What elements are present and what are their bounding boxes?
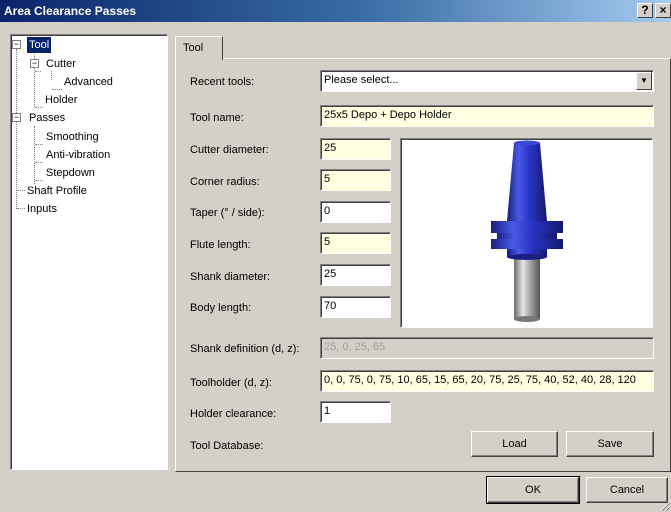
tree-item-passes[interactable]: − Passes	[11, 110, 161, 126]
taper-label: Taper (° / side):	[190, 207, 265, 219]
tool-database-label: Tool Database:	[190, 440, 264, 452]
load-button[interactable]: Load	[471, 431, 558, 457]
cancel-button[interactable]: Cancel	[586, 477, 668, 503]
recent-tools-dropdown[interactable]: Please select... ▼	[320, 70, 654, 92]
shank-diameter-input[interactable]: 25	[320, 264, 391, 286]
window-title: Area Clearance Passes	[4, 4, 137, 18]
collapse-icon[interactable]: −	[30, 59, 39, 68]
tree-item-cutter[interactable]: − Cutter	[11, 56, 161, 72]
tree-item-anti-vibration[interactable]: Anti-vibration	[11, 147, 161, 163]
dialog-window: Area Clearance Passes ? × − Tool − Cutte…	[0, 0, 671, 512]
title-bar[interactable]: Area Clearance Passes ? ×	[0, 0, 671, 22]
ok-button[interactable]: OK	[486, 476, 580, 504]
cutter-holder-icon	[491, 140, 563, 322]
tree-item-label: Stepdown	[46, 167, 95, 179]
save-button[interactable]: Save	[566, 431, 654, 457]
tab-tool[interactable]: Tool	[175, 36, 223, 60]
tree-item-label: Holder	[45, 94, 78, 106]
collapse-icon[interactable]: −	[12, 113, 21, 122]
tree-item-shaft-profile[interactable]: Shaft Profile	[11, 183, 161, 199]
close-button[interactable]: ×	[655, 3, 671, 18]
cutter-diameter-label: Cutter diameter:	[190, 144, 269, 156]
holder-clearance-input[interactable]: 1	[320, 401, 391, 423]
tree-item-label: Tool	[25, 36, 53, 54]
corner-radius-input[interactable]: 5	[320, 169, 391, 191]
flute-length-input[interactable]: 5	[320, 232, 391, 254]
help-button[interactable]: ?	[637, 3, 653, 18]
tree-item-holder[interactable]: Holder	[11, 92, 161, 108]
tree-item-label: Passes	[29, 112, 66, 124]
corner-radius-label: Corner radius:	[190, 176, 260, 188]
holder-clearance-label: Holder clearance:	[190, 408, 277, 420]
resize-grip-icon[interactable]	[659, 500, 671, 512]
flute-length-label: Flute length:	[190, 239, 251, 251]
shank-definition-input: 25, 0, 25, 65	[320, 337, 654, 359]
tool-name-label: Tool name:	[190, 112, 244, 124]
tree-item-label: Advanced	[64, 76, 113, 88]
tree-item-stepdown[interactable]: Stepdown	[11, 165, 161, 181]
tree-item-label: Cutter	[46, 58, 76, 70]
tool-preview-image	[400, 138, 653, 328]
tree-item-tool[interactable]: − Tool	[11, 36, 161, 54]
toolholder-label: Toolholder (d, z):	[190, 377, 272, 389]
taper-input[interactable]: 0	[320, 201, 391, 223]
cutter-diameter-input[interactable]: 25	[320, 138, 391, 160]
collapse-icon[interactable]: −	[12, 40, 21, 49]
navigation-tree[interactable]: − Tool − Cutter Advanced Holder − Passes…	[10, 34, 168, 470]
tree-item-advanced[interactable]: Advanced	[11, 74, 161, 90]
toolholder-input[interactable]: 0, 0, 75, 0, 75, 10, 65, 15, 65, 20, 75,…	[320, 370, 654, 392]
shank-diameter-label: Shank diameter:	[190, 271, 271, 283]
shank-definition-label: Shank definition (d, z):	[190, 343, 300, 355]
body-length-input[interactable]: 70	[320, 296, 391, 318]
recent-tools-value: Please select...	[324, 74, 399, 86]
chevron-down-icon[interactable]: ▼	[636, 72, 652, 90]
body-length-label: Body length:	[190, 302, 252, 314]
tool-name-input[interactable]: 25x5 Depo + Depo Holder	[320, 105, 654, 127]
recent-tools-label: Recent tools:	[190, 76, 255, 88]
tree-item-label: Anti-vibration	[46, 149, 111, 161]
tree-item-label: Shaft Profile	[27, 185, 87, 197]
tree-item-inputs[interactable]: Inputs	[11, 201, 161, 217]
tree-item-smoothing[interactable]: Smoothing	[11, 129, 161, 145]
tree-item-label: Inputs	[27, 203, 57, 215]
tree-item-label: Smoothing	[46, 131, 99, 143]
